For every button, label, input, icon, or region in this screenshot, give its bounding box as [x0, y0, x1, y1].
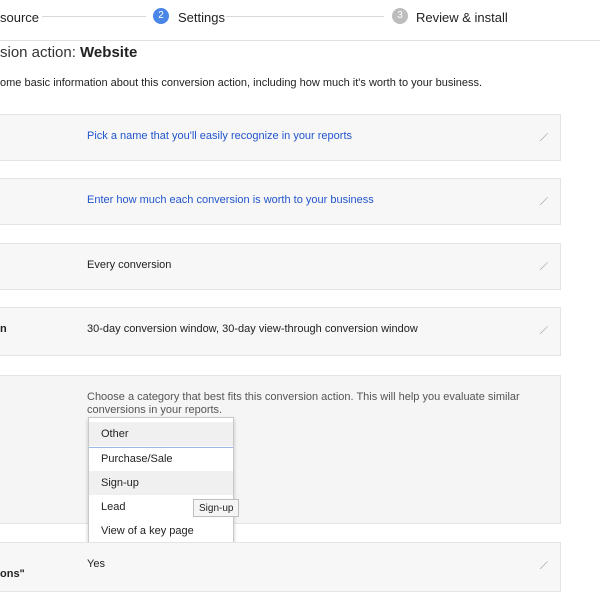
- pencil-icon[interactable]: [538, 260, 550, 272]
- conversion-window-label: n: [0, 323, 7, 335]
- page-description: ome basic information about this convers…: [0, 77, 483, 89]
- dropdown-option-purchase-sale[interactable]: Purchase/Sale: [89, 447, 233, 471]
- count-value: Every conversion: [87, 259, 172, 271]
- pencil-icon[interactable]: [538, 131, 550, 143]
- option-tooltip: Sign-up: [193, 499, 240, 517]
- step-review-label[interactable]: Review & install: [416, 10, 508, 25]
- step-connector: [42, 16, 146, 17]
- settings-row-value[interactable]: Enter how much each conversion is worth …: [0, 178, 561, 225]
- pencil-icon[interactable]: [538, 559, 550, 571]
- name-placeholder[interactable]: Pick a name that you'll easily recognize…: [87, 130, 352, 142]
- step-2-number: 2: [153, 8, 169, 24]
- settings-row-include-in-conversions[interactable]: ons" Yes: [0, 542, 561, 592]
- pencil-icon[interactable]: [538, 324, 550, 336]
- step-settings-label[interactable]: Settings: [178, 10, 225, 25]
- conversion-window-value: 30-day conversion window, 30-day view-th…: [87, 323, 418, 335]
- category-description: Choose a category that best fits this co…: [87, 391, 520, 416]
- step-3-number: 3: [392, 8, 408, 24]
- step-connector: [226, 16, 384, 17]
- settings-row-count[interactable]: Every conversion: [0, 243, 561, 290]
- settings-row-conversion-window[interactable]: n 30-day conversion window, 30-day view-…: [0, 307, 561, 356]
- dropdown-option-other[interactable]: Other: [89, 422, 233, 446]
- value-placeholder[interactable]: Enter how much each conversion is worth …: [87, 194, 374, 206]
- page-title: sion action: Website: [0, 44, 138, 61]
- header-divider: [0, 40, 600, 41]
- pencil-icon[interactable]: [538, 195, 550, 207]
- include-label: ons": [0, 568, 25, 580]
- progress-stepper: source 2 Settings 3 Review & install: [0, 0, 600, 36]
- category-dropdown[interactable]: Other Purchase/Sale Sign-up Lead View of…: [88, 417, 234, 548]
- dropdown-option-sign-up[interactable]: Sign-up: [89, 471, 233, 495]
- step-source-label[interactable]: source: [0, 10, 39, 25]
- include-value: Yes: [87, 558, 105, 570]
- settings-row-name[interactable]: Pick a name that you'll easily recognize…: [0, 114, 561, 161]
- dropdown-option-view-key-page[interactable]: View of a key page: [89, 519, 233, 543]
